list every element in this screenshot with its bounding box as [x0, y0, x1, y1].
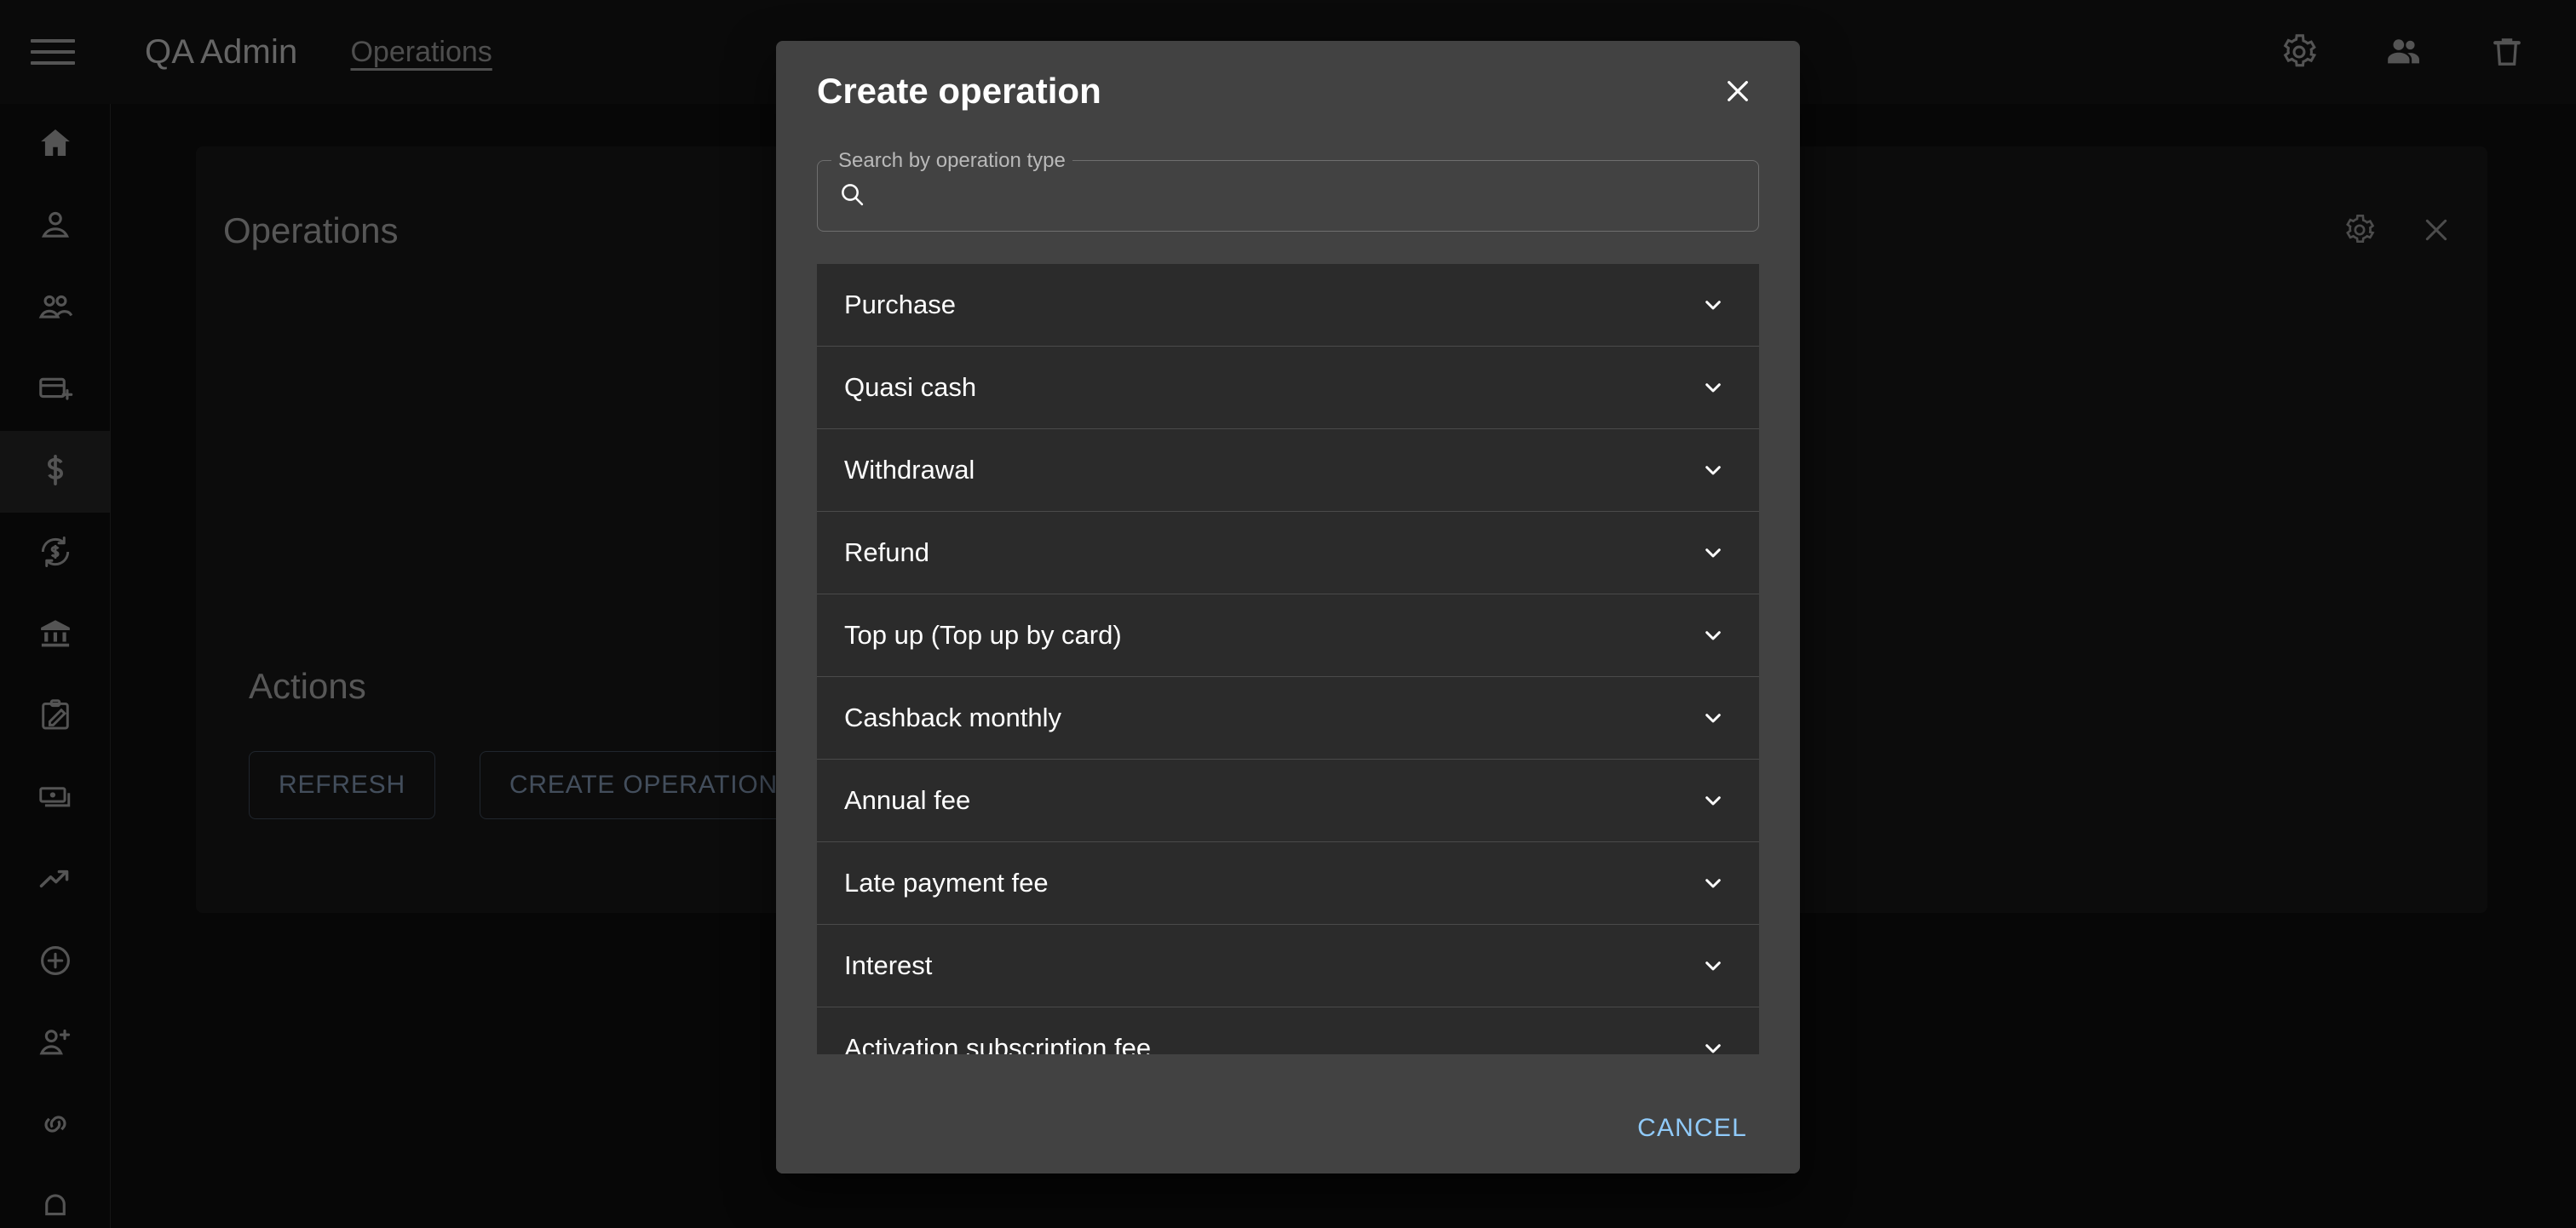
search-icon — [837, 180, 866, 213]
list-item[interactable]: Activation subscription fee — [817, 1007, 1759, 1054]
chevron-down-icon[interactable] — [1694, 947, 1732, 984]
list-item[interactable]: Quasi cash — [817, 347, 1759, 429]
list-item[interactable]: Interest — [817, 925, 1759, 1007]
chevron-down-icon[interactable] — [1694, 534, 1732, 571]
dialog-body: Search by operation type Purchase Quasi … — [776, 141, 1800, 1083]
operation-type-label: Annual fee — [844, 785, 971, 815]
operation-type-label: Purchase — [844, 290, 956, 319]
operation-type-label: Quasi cash — [844, 372, 977, 402]
chevron-down-icon[interactable] — [1694, 1030, 1732, 1054]
list-item[interactable]: Top up (Top up by card) — [817, 594, 1759, 677]
operation-type-label: Interest — [844, 950, 933, 980]
operation-type-label: Top up (Top up by card) — [844, 620, 1122, 650]
search-field-inner[interactable] — [817, 160, 1759, 232]
create-operation-dialog: Create operation Search by operation typ… — [776, 41, 1800, 1173]
list-item[interactable]: Refund — [817, 512, 1759, 594]
chevron-down-icon[interactable] — [1694, 286, 1732, 324]
dialog-header: Create operation — [776, 41, 1800, 141]
operation-type-list[interactable]: Purchase Quasi cash Withdrawal Refund To… — [817, 264, 1759, 1054]
list-item[interactable]: Late payment fee — [817, 842, 1759, 925]
cancel-button[interactable]: CANCEL — [1620, 1100, 1764, 1156]
list-item[interactable]: Withdrawal — [817, 429, 1759, 512]
dialog-footer: CANCEL — [776, 1083, 1800, 1173]
dialog-title: Create operation — [817, 71, 1101, 111]
close-icon[interactable] — [1715, 68, 1761, 114]
operation-type-label: Refund — [844, 537, 929, 567]
chevron-down-icon[interactable] — [1694, 782, 1732, 819]
operation-type-label: Withdrawal — [844, 455, 975, 485]
list-item[interactable]: Purchase — [817, 264, 1759, 347]
chevron-down-icon[interactable] — [1694, 617, 1732, 654]
operation-type-label: Cashback monthly — [844, 703, 1062, 732]
list-item[interactable]: Annual fee — [817, 760, 1759, 842]
chevron-down-icon[interactable] — [1694, 699, 1732, 737]
search-input[interactable] — [877, 181, 1759, 210]
list-item[interactable]: Cashback monthly — [817, 677, 1759, 760]
chevron-down-icon[interactable] — [1694, 451, 1732, 489]
search-field: Search by operation type — [817, 149, 1759, 232]
app-root: QA Admin Operations Operations Actions R… — [0, 0, 2576, 1228]
operation-type-label: Activation subscription fee — [844, 1033, 1152, 1054]
chevron-down-icon[interactable] — [1694, 369, 1732, 406]
operation-type-label: Late payment fee — [844, 868, 1049, 898]
chevron-down-icon[interactable] — [1694, 864, 1732, 902]
